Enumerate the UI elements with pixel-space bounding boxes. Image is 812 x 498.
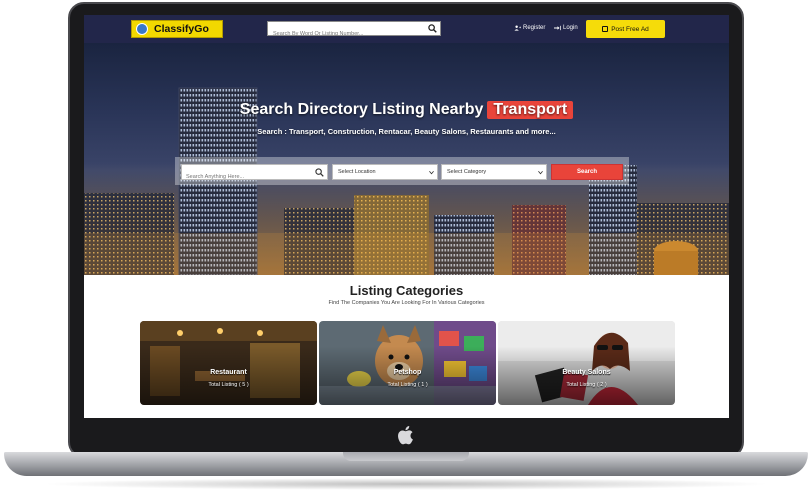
search-icon[interactable] xyxy=(428,24,437,33)
logo-globe-icon xyxy=(136,23,148,35)
chevron-down-icon xyxy=(429,170,434,175)
category-count: Total Listing ( 1 ) xyxy=(387,382,428,388)
top-navbar: ClassifyGo Register Login Post Free Ad xyxy=(84,15,729,43)
login-label: Login xyxy=(563,25,578,31)
post-ad-label: Post Free Ad xyxy=(611,25,649,33)
category-name: Beauty Salons xyxy=(562,369,611,376)
hero-title-text: Search Directory Listing Nearby xyxy=(239,101,484,118)
search-icon xyxy=(315,168,324,177)
hero-search-button[interactable]: Search xyxy=(551,164,623,180)
chevron-down-icon xyxy=(538,170,543,175)
logo-text: ClassifyGo xyxy=(154,23,209,35)
card-overlay xyxy=(319,321,496,405)
sign-in-icon xyxy=(554,25,561,31)
category-select[interactable]: Select Category xyxy=(441,164,547,180)
hero-search-input[interactable] xyxy=(182,170,310,184)
register-link[interactable]: Register xyxy=(514,25,545,31)
card-overlay xyxy=(140,321,317,405)
apple-logo-icon xyxy=(398,426,413,445)
category-name: Petshop xyxy=(393,369,422,376)
section-subtitle: Find The Companies You Are Looking For I… xyxy=(328,300,485,306)
header-search-input[interactable] xyxy=(268,27,424,41)
hero-search-form: Select Location Select Category Search xyxy=(175,157,629,185)
card-overlay xyxy=(498,321,675,405)
hero-subtitle: Search : Transport, Construction, Rentac… xyxy=(257,127,556,136)
hero-title-highlight: Transport xyxy=(487,101,574,119)
hero-title: Search Directory Listing Nearby Transport xyxy=(84,101,729,119)
login-link[interactable]: Login xyxy=(554,25,578,31)
location-select-value: Select Location xyxy=(338,169,376,175)
header-search-box xyxy=(267,21,441,41)
post-free-ad-button[interactable]: Post Free Ad xyxy=(586,20,665,38)
hero-banner: Search Directory Listing Nearby Transport… xyxy=(84,43,729,275)
category-count: Total Listing ( 2 ) xyxy=(566,382,607,388)
browser-screen: ClassifyGo Register Login Post Free Ad xyxy=(84,15,729,418)
plus-square-icon xyxy=(602,26,609,32)
section-title: Listing Categories xyxy=(349,283,464,298)
hero-search-field xyxy=(181,164,328,184)
category-card-petshop[interactable]: Petshop Total Listing ( 1 ) xyxy=(319,321,496,405)
site-logo[interactable]: ClassifyGo xyxy=(131,20,223,38)
register-label: Register xyxy=(523,25,546,31)
category-name: Restaurant xyxy=(210,369,247,376)
user-plus-icon xyxy=(514,25,521,31)
laptop-shadow xyxy=(40,478,772,490)
category-card-restaurant[interactable]: Restaurant Total Listing ( 5 ) xyxy=(140,321,317,405)
category-card-beauty-salons[interactable]: Beauty Salons Total Listing ( 2 ) xyxy=(498,321,675,405)
laptop-notch xyxy=(343,452,469,461)
location-select[interactable]: Select Location xyxy=(332,164,438,180)
category-count: Total Listing ( 5 ) xyxy=(208,382,249,388)
category-select-value: Select Category xyxy=(447,169,487,175)
